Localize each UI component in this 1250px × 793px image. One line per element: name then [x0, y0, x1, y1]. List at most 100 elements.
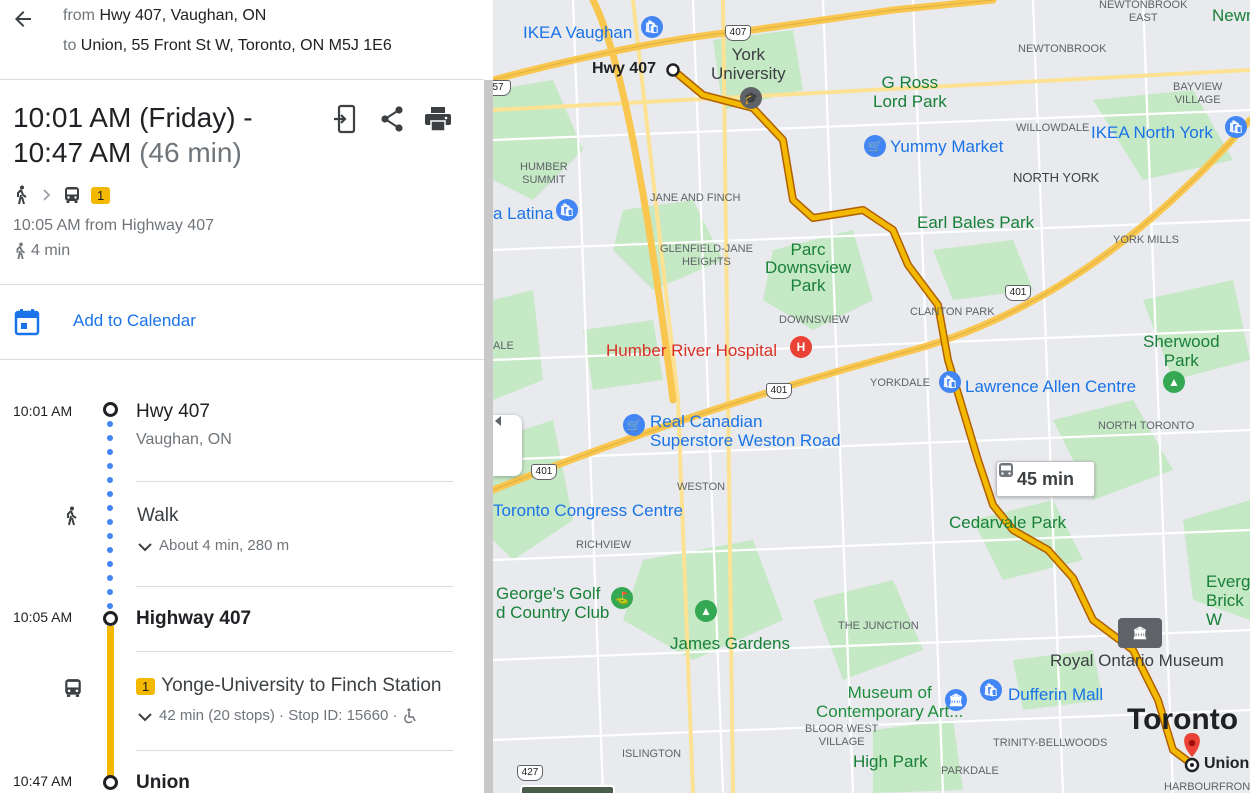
- poi-real-canadian-superstore[interactable]: Real Canadian Superstore Weston Road: [650, 412, 841, 450]
- bus-icon: [65, 187, 79, 203]
- transit-time-text: 45 min: [1016, 468, 1075, 489]
- golf-pin-icon[interactable]: ⛳: [611, 587, 633, 609]
- area-bloor-west-village: BLOOR WEST VILLAGE: [805, 723, 879, 748]
- poi-museum-contemporary-art[interactable]: Museum of Contemporary Art...: [816, 683, 963, 721]
- walk-step-details-toggle[interactable]: About 4 min, 280 m: [137, 537, 289, 554]
- bus-step-detail: 42 min (20 stops) · Stop ID: 15660 ·: [159, 707, 398, 724]
- panel-scrollbar[interactable]: [484, 80, 493, 793]
- to-prefix: to: [63, 37, 77, 54]
- walk-dot: [107, 603, 113, 609]
- poi-latina[interactable]: a Latina: [493, 204, 554, 223]
- highway-401-shield: 401: [531, 464, 557, 480]
- shopping-pin-icon[interactable]: 🛍: [939, 371, 961, 393]
- walk-dot: [107, 575, 113, 581]
- destination-map-label[interactable]: Union: [1204, 755, 1249, 773]
- poi-cedarvale-park[interactable]: Cedarvale Park: [949, 513, 1066, 532]
- university-pin-icon[interactable]: 🎓: [740, 87, 762, 109]
- step-divider: [136, 586, 453, 587]
- origin-map-label[interactable]: Hwy 407: [592, 60, 656, 78]
- poi-high-park[interactable]: High Park: [853, 752, 928, 771]
- poi-james-gardens[interactable]: James Gardens: [670, 634, 790, 653]
- start-stop-name[interactable]: Hwy 407: [136, 401, 210, 423]
- poi-evergreen-cut[interactable]: Everg Brick W: [1206, 572, 1250, 629]
- share-icon: [381, 106, 403, 132]
- poi-lawrence-allen-centre[interactable]: Lawrence Allen Centre: [965, 377, 1136, 396]
- calendar-icon: [14, 309, 40, 336]
- walk-step-detail: About 4 min, 280 m: [159, 537, 290, 554]
- transit-line-rail: [107, 626, 114, 776]
- add-to-calendar-link[interactable]: Add to Calendar: [73, 311, 196, 331]
- send-to-phone-button[interactable]: [330, 102, 362, 136]
- walk-dot: [107, 589, 113, 595]
- poi-georges-golf-club[interactable]: George's Golf d Country Club: [496, 584, 609, 622]
- area-islington: ISLINGTON: [622, 748, 682, 760]
- poi-ikea-north-york[interactable]: IKEA North York: [1091, 123, 1213, 142]
- send-to-phone-icon: [334, 104, 356, 134]
- caret-left-icon: [495, 416, 501, 426]
- shopping-cart-pin-icon[interactable]: 🛒: [623, 414, 645, 436]
- park-pin-icon[interactable]: ▲: [695, 600, 717, 622]
- shopping-pin-icon[interactable]: 🛍: [641, 16, 663, 38]
- poi-ikea-vaughan[interactable]: IKEA Vaughan: [523, 23, 632, 42]
- end-stop-marker: [103, 775, 118, 790]
- walk-dot: [107, 491, 113, 497]
- collapse-panel-button[interactable]: [493, 415, 522, 476]
- back-arrow-icon: [15, 11, 31, 27]
- park-pin-icon[interactable]: ▲: [1163, 371, 1185, 393]
- hospital-pin-icon[interactable]: H: [790, 336, 812, 358]
- from-value: Hwy 407, Vaughan, ON: [99, 7, 267, 24]
- walk-dot: [107, 435, 113, 441]
- shopping-pin-icon[interactable]: 🛍: [556, 199, 578, 221]
- end-stop-name[interactable]: Union: [136, 772, 190, 793]
- trip-actions: [330, 102, 454, 136]
- arrival-time: 10:47 AM: [13, 137, 140, 168]
- board-stop-name[interactable]: Highway 407: [136, 608, 251, 630]
- from-prefix: from: [63, 7, 95, 24]
- print-button[interactable]: [422, 102, 454, 136]
- directions-panel: from Hwy 407, Vaughan, ON to Union, 55 F…: [0, 0, 484, 793]
- area-newtonbrook-east: NEWTONBROOK EAST: [1099, 0, 1188, 24]
- museum-pin-icon[interactable]: 🏛: [945, 689, 967, 711]
- wheelchair-icon: [404, 707, 417, 723]
- poi-yummy-market[interactable]: Yummy Market: [890, 137, 1003, 156]
- poi-sherwood-park[interactable]: Sherwood Park: [1143, 332, 1220, 370]
- area-downsview: DOWNSVIEW: [779, 314, 850, 326]
- divider: [0, 284, 484, 285]
- walk-dot: [107, 519, 113, 525]
- poi-newmarket-cut[interactable]: Newn: [1212, 6, 1250, 25]
- route-from: from Hwy 407, Vaughan, ON: [63, 7, 266, 25]
- highway-401-shield: 401: [1005, 285, 1031, 301]
- poi-parc-downsview-park[interactable]: Parc Downsview Park: [765, 241, 851, 295]
- share-button[interactable]: [376, 102, 408, 136]
- area-clanton-park: CLANTON PARK: [910, 306, 995, 318]
- poi-g-ross-lord-park[interactable]: G Ross Lord Park: [873, 73, 947, 111]
- poi-royal-ontario-museum[interactable]: Royal Ontario Museum: [1050, 651, 1224, 670]
- trip-summary: 10:01 AM (Friday) - 10:47 AM (46 min): [13, 100, 253, 170]
- poi-york-university[interactable]: York University: [711, 45, 786, 83]
- area-trinity-bellwoods: TRINITY-BELLWOODS: [993, 737, 1108, 749]
- transit-time-chip[interactable]: 45 min: [996, 461, 1095, 497]
- map-canvas: [493, 0, 1250, 793]
- walk-dot: [107, 505, 113, 511]
- walk-step-icon-wrap: [63, 506, 81, 531]
- end-time: 10:47 AM: [13, 773, 73, 789]
- back-button[interactable]: [8, 4, 38, 34]
- shopping-pin-icon[interactable]: 🛍: [1225, 116, 1247, 138]
- poi-earl-bales-park[interactable]: Earl Bales Park: [917, 213, 1034, 232]
- trip-duration: (46 min): [139, 137, 242, 168]
- poi-dufferin-mall[interactable]: Dufferin Mall: [1008, 685, 1103, 704]
- shopping-cart-pin-icon[interactable]: 🛒: [864, 135, 886, 157]
- map-view[interactable]: 407 401 401 401 427 57 Hwy 407 Union 🛍 I…: [493, 0, 1250, 793]
- step-divider: [136, 651, 453, 652]
- route-to: to Union, 55 Front St W, Toronto, ON M5J…: [63, 37, 392, 55]
- bus-step-details-toggle[interactable]: 42 min (20 stops) · Stop ID: 15660 ·: [137, 707, 417, 724]
- poi-toronto-congress-centre[interactable]: Toronto Congress Centre: [493, 501, 683, 520]
- museum-building-icon[interactable]: 🏛: [1118, 618, 1162, 648]
- calendar-icon-button[interactable]: [14, 308, 40, 336]
- poi-humber-river-hospital[interactable]: Humber River Hospital: [606, 341, 777, 360]
- bus-step-icon-wrap: [63, 678, 83, 703]
- shopping-pin-icon[interactable]: 🛍: [980, 679, 1002, 701]
- layers-thumbnail[interactable]: [520, 785, 615, 793]
- start-stop-subtitle: Vaughan, ON: [136, 431, 232, 448]
- area-weston: WESTON: [677, 481, 726, 493]
